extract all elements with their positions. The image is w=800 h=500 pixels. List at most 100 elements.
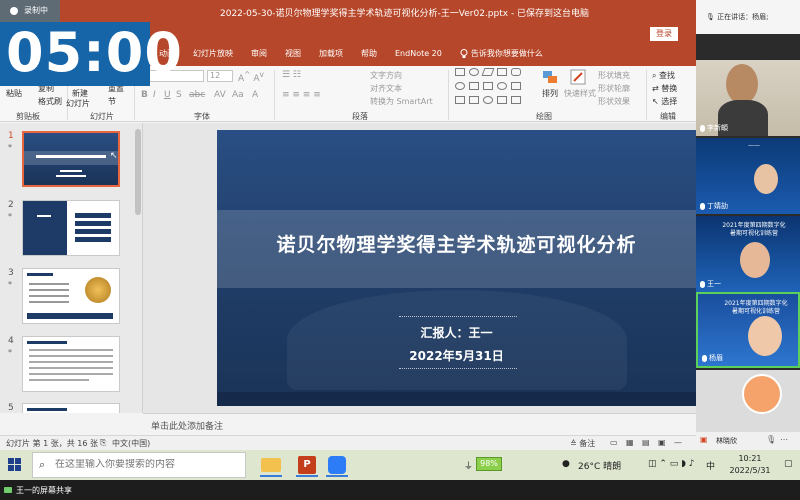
bullets-icon[interactable]: ☰ ☷ bbox=[282, 70, 301, 80]
recording-timer: 05:00 bbox=[0, 22, 182, 86]
paste-button[interactable]: 粘贴 bbox=[6, 88, 22, 99]
tab-endnote[interactable]: EndNote 20 bbox=[386, 47, 451, 61]
powerpoint-window: 2022-05-30-诺贝尔物理学奖得主学术轨迹可视化分析-王一Ver02.pp… bbox=[0, 0, 696, 450]
tell-me-box[interactable]: 告诉我你想要做什么 bbox=[451, 47, 552, 61]
slideshow-view-icon[interactable]: ▣ bbox=[658, 438, 666, 447]
tray-icons[interactable]: ◫ ⌃ ▭ ◗ ♪ bbox=[648, 459, 694, 469]
font-color-icon[interactable]: A bbox=[252, 90, 258, 100]
meeting-header: 🎙 正在讲话：杨眉; bbox=[696, 0, 800, 34]
underline-icon[interactable]: U bbox=[164, 90, 171, 100]
group-label-slides: 幻灯片 bbox=[90, 112, 114, 121]
weather-icon[interactable]: ● bbox=[562, 459, 570, 469]
slide-thumbnail-3[interactable] bbox=[22, 268, 120, 324]
search-icon: ⌕ bbox=[39, 458, 46, 471]
reading-view-icon[interactable]: ▤ bbox=[642, 438, 650, 447]
shape-outline-button[interactable]: 形状轮廓 bbox=[598, 83, 630, 94]
plug-icon[interactable]: ⏚ bbox=[464, 459, 473, 472]
text-direction-button[interactable]: 文字方向 bbox=[370, 70, 402, 81]
quick-styles-button[interactable]: 快速样式 bbox=[564, 88, 596, 99]
slide-count: 幻灯片 第 1 张，共 16 张 bbox=[6, 439, 98, 448]
zoom-slider[interactable]: — bbox=[674, 438, 682, 447]
share-icon[interactable]: ▣ bbox=[700, 435, 708, 444]
group-label-drawing: 绘图 bbox=[536, 112, 552, 121]
slide-thumbnail-5[interactable] bbox=[22, 403, 120, 413]
replace-icon: ⇄ bbox=[652, 84, 659, 93]
language[interactable]: 中文(中国) bbox=[112, 438, 150, 449]
tab-review[interactable]: 审阅 bbox=[242, 47, 276, 61]
slide-thumbnail-2[interactable] bbox=[22, 200, 120, 256]
shape-effects-button[interactable]: 形状效果 bbox=[598, 96, 630, 107]
slide-date[interactable]: 2022年5月31日 bbox=[217, 347, 696, 364]
notes-pane[interactable]: 单击此处添加备注 bbox=[143, 413, 696, 435]
slide-title[interactable]: 诺贝尔物理学奖得主学术轨迹可视化分析 bbox=[217, 230, 696, 257]
slide-thumbnail-1[interactable]: ↖ bbox=[22, 131, 120, 187]
current-slide[interactable]: 诺贝尔物理学奖得主学术轨迹可视化分析 汇报人：王一 2022年5月31日 bbox=[217, 130, 696, 406]
change-case-icon[interactable]: Aa bbox=[232, 90, 244, 100]
taskbar-search[interactable]: ⌕ bbox=[32, 452, 246, 478]
thumb-star: * bbox=[8, 348, 12, 357]
slide-reporter[interactable]: 汇报人：王一 bbox=[217, 324, 696, 341]
participant-video-4[interactable]: 2021年度第四期数字化 暑期可视化训练营 杨眉 bbox=[696, 292, 800, 368]
tab-slideshow[interactable]: 幻灯片放映 bbox=[184, 47, 242, 61]
participant-video-1[interactable]: 李新頔 bbox=[696, 60, 800, 136]
tab-help[interactable]: 帮助 bbox=[352, 47, 386, 61]
clock-date: 2022/5/31 bbox=[729, 466, 771, 475]
weather-text[interactable]: 26°C 晴朗 bbox=[578, 459, 621, 472]
clock[interactable]: 10:21 2022/5/31 bbox=[720, 453, 780, 477]
format-painter-button[interactable]: 格式刷 bbox=[38, 96, 62, 107]
spellcheck-icon[interactable]: ⎘ bbox=[100, 438, 106, 448]
tab-addins[interactable]: 加载项 bbox=[310, 47, 352, 61]
shape-fill-button[interactable]: 形状填充 bbox=[598, 70, 630, 81]
select-button[interactable]: ↖ 选择 bbox=[652, 96, 677, 107]
tab-view[interactable]: 视图 bbox=[276, 47, 310, 61]
shape-gallery[interactable] bbox=[455, 68, 527, 110]
windows-start-icon[interactable] bbox=[8, 458, 22, 472]
group-label-editing: 编辑 bbox=[660, 112, 676, 121]
file-explorer-icon[interactable] bbox=[258, 453, 284, 477]
align-icons[interactable]: ≡ ≡ ≡ ≡ bbox=[282, 90, 321, 100]
mic-icon[interactable]: 🎙 bbox=[766, 435, 776, 444]
participant-video-3[interactable]: 2021年度第四期数字化 暑期可视化训练营 王一 bbox=[696, 216, 800, 292]
section-button[interactable]: 节 bbox=[108, 96, 116, 107]
meeting-app-icon[interactable] bbox=[324, 453, 350, 477]
screen-share-bar: 王一的屏幕共享 bbox=[0, 480, 800, 500]
grow-font-icon[interactable]: A^ Av bbox=[238, 70, 264, 84]
thumb-number: 2 bbox=[8, 200, 14, 210]
notification-icon[interactable]: ▢ bbox=[784, 459, 793, 469]
find-button[interactable]: ⌕ 查找 bbox=[652, 70, 675, 81]
participant-video-2[interactable]: —— 丁婧劼 bbox=[696, 138, 800, 214]
recording-indicator[interactable]: 录制中 bbox=[0, 0, 60, 22]
align-text-button[interactable]: 对齐文本 bbox=[370, 83, 402, 94]
ime-indicator[interactable]: 中 bbox=[706, 459, 715, 472]
thumb-number: 5 bbox=[8, 403, 14, 413]
arrange-button[interactable]: 排列 bbox=[542, 88, 558, 99]
smartart-button[interactable]: 转换为 SmartArt bbox=[370, 96, 433, 107]
more-icon[interactable]: ⋯ bbox=[780, 435, 788, 444]
notes-toggle[interactable]: ≙ 备注 bbox=[570, 438, 595, 449]
battery-indicator[interactable]: 98% bbox=[476, 457, 502, 471]
search-icon: ⌕ bbox=[652, 71, 657, 80]
powerpoint-icon[interactable]: P bbox=[294, 453, 320, 477]
document-title: 2022-05-30-诺贝尔物理学奖得主学术轨迹可视化分析-王一Ver02.pp… bbox=[220, 9, 590, 19]
thumbnails-scrollbar[interactable] bbox=[135, 129, 141, 215]
sorter-view-icon[interactable]: ▦ bbox=[626, 438, 634, 447]
select-label: 选择 bbox=[661, 97, 678, 106]
slide-thumbnail-4[interactable] bbox=[22, 336, 120, 392]
thumb-number: 3 bbox=[8, 268, 14, 278]
bold-icon[interactable]: B bbox=[141, 90, 148, 100]
notes-placeholder: 单击此处添加备注 bbox=[151, 422, 224, 432]
login-button[interactable]: 登录 bbox=[650, 27, 678, 41]
slide-edit-area: 诺贝尔物理学奖得主学术轨迹可视化分析 汇报人：王一 2022年5月31日 bbox=[143, 123, 696, 413]
lightbulb-icon bbox=[460, 49, 468, 58]
strikethrough-icon[interactable]: abc bbox=[189, 90, 205, 100]
thumb-star: * bbox=[8, 212, 12, 221]
group-label-paragraph: 段落 bbox=[352, 112, 368, 121]
normal-view-icon[interactable]: ▭ bbox=[610, 438, 618, 447]
replace-button[interactable]: ⇄ 替换 bbox=[652, 83, 677, 94]
participant-avatar-tile[interactable] bbox=[696, 370, 800, 432]
shadow-icon[interactable]: S bbox=[176, 90, 182, 100]
italic-icon[interactable]: I bbox=[153, 90, 156, 100]
search-input[interactable] bbox=[55, 459, 240, 470]
font-size-box[interactable]: 12 bbox=[207, 70, 233, 82]
char-spacing-icon[interactable]: AV bbox=[214, 90, 226, 100]
